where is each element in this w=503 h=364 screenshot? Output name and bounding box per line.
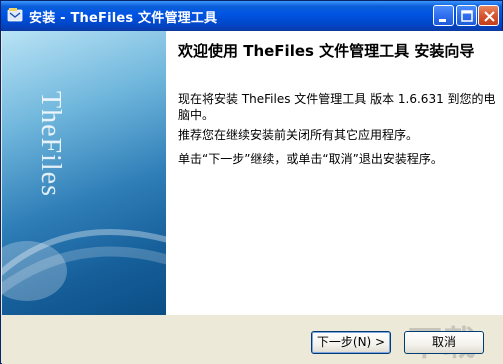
maximize-button[interactable]	[456, 5, 477, 26]
next-button[interactable]: 下一步(N) >	[311, 331, 391, 354]
install-info-text: 现在将安装 TheFiles 文件管理工具 版本 1.6.631 到您的电脑中。	[178, 92, 496, 122]
wizard-content: 欢迎使用 TheFiles 文件管理工具 安装向导 现在将安装 TheFiles…	[166, 31, 503, 315]
svg-text:TheFiles: TheFiles	[35, 91, 66, 197]
wizard-side-image: TheFiles	[2, 31, 166, 315]
minimize-button[interactable]	[433, 5, 454, 26]
vertical-brand-text: TheFiles	[35, 91, 66, 197]
installer-window: 安装 - TheFiles 文件管理工具 TheFiles 欢迎使用 TheFi…	[0, 0, 503, 364]
close-button[interactable]	[478, 5, 499, 26]
installer-icon	[7, 8, 23, 22]
close-icon	[484, 11, 495, 22]
instruction-text: 单击“下一步”继续，或单击“取消”退出安装程序。	[178, 152, 443, 166]
welcome-heading: 欢迎使用 TheFiles 文件管理工具 安装向导	[178, 42, 475, 60]
title-bar[interactable]: 安装 - TheFiles 文件管理工具	[1, 1, 502, 31]
minimize-icon	[439, 19, 446, 22]
close-apps-text: 推荐您在继续安装前关闭所有其它应用程序。	[178, 128, 419, 142]
cancel-button[interactable]: 取消	[404, 331, 484, 354]
maximize-icon	[461, 10, 473, 22]
window-title: 安装 - TheFiles 文件管理工具	[29, 11, 218, 26]
